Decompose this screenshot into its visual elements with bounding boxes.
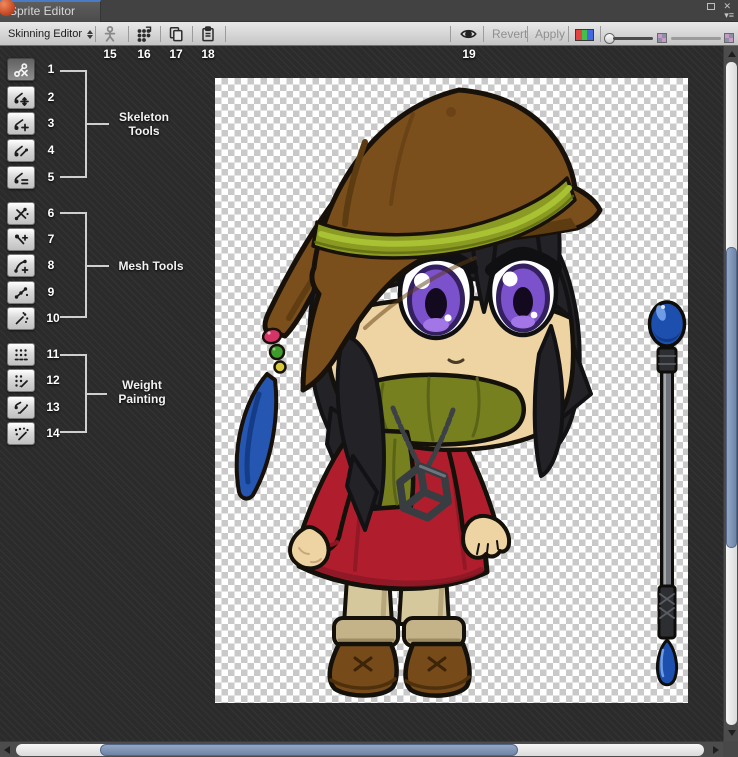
callout-5: 5 — [40, 170, 62, 184]
separator — [483, 26, 484, 42]
separator — [527, 26, 528, 42]
callout-18: 18 — [196, 47, 220, 61]
dropdown-arrows-icon — [87, 30, 93, 39]
zoom-slider-track[interactable] — [613, 37, 653, 40]
tool-create-vertex[interactable] — [7, 228, 35, 251]
separator — [160, 26, 161, 42]
tool-split-bone[interactable] — [7, 139, 35, 162]
sprite-canvas[interactable] — [215, 78, 688, 703]
tool-edit-geometry[interactable] — [7, 307, 35, 330]
horizontal-scroll-thumb[interactable] — [100, 744, 518, 756]
callout-7: 7 — [40, 232, 62, 246]
group-label-weight-painting: Weight Painting — [104, 378, 180, 406]
copy-button[interactable] — [164, 25, 188, 43]
texture-mip-icon — [657, 33, 667, 43]
separator — [192, 26, 193, 42]
horizontal-scrollbar[interactable] — [0, 741, 723, 757]
bone-brush-icon — [12, 399, 30, 417]
crossed-bones-icon — [12, 205, 30, 223]
tool-weight-slider[interactable] — [7, 369, 35, 392]
callout-16: 16 — [132, 47, 156, 61]
tool-create-edge[interactable] — [7, 254, 35, 277]
callout-17: 17 — [164, 47, 188, 61]
window-menu-icon[interactable]: ▾≡ — [724, 10, 734, 21]
editor-viewport[interactable]: 15 16 17 18 19 1 2 — [0, 46, 723, 741]
bone-split-icon — [12, 142, 30, 160]
vertical-scroll-track[interactable] — [726, 62, 737, 725]
separator — [600, 26, 601, 42]
character-rig-icon — [101, 25, 119, 43]
tool-create-bone[interactable] — [7, 112, 35, 135]
scroll-right-icon[interactable] — [713, 746, 719, 754]
separator — [128, 26, 129, 42]
separator — [225, 26, 226, 42]
character-rig-button[interactable] — [98, 25, 122, 43]
vertex-plus-icon — [12, 231, 30, 249]
bone-move-icon — [12, 89, 30, 107]
visibility-eye-icon — [459, 25, 478, 43]
vertical-scroll-thumb[interactable] — [726, 247, 737, 548]
group-label-skeleton-tools: Skeleton Tools — [108, 110, 180, 138]
mode-dropdown[interactable]: Skinning Editor — [4, 25, 97, 43]
horizontal-scroll-track[interactable] — [16, 744, 704, 756]
scrollbar-corner — [723, 741, 738, 757]
separator — [568, 26, 569, 42]
vertical-scrollbar[interactable] — [723, 46, 738, 741]
paste-icon — [199, 25, 217, 43]
bone-plus-icon — [12, 115, 30, 133]
bracket-skeleton-tools — [60, 70, 87, 178]
group-label-mesh-tools: Mesh Tools — [106, 259, 196, 273]
separator — [95, 26, 96, 42]
bracket-mesh-tools — [60, 212, 87, 318]
scroll-left-icon[interactable] — [4, 746, 10, 754]
dots-wand-icon — [12, 425, 30, 443]
tool-preview-pose[interactable] — [7, 58, 35, 81]
apply-button[interactable]: Apply — [529, 25, 571, 43]
bracket-weight-painting — [60, 354, 87, 433]
character-sprite — [215, 78, 688, 703]
tab-sprite-editor[interactable]: Sprite Editor — [0, 0, 101, 22]
tool-auto-geometry[interactable] — [7, 202, 35, 225]
copy-icon — [167, 25, 185, 43]
callout-19: 19 — [457, 47, 481, 61]
bracket-connector — [87, 123, 109, 125]
callout-3: 3 — [40, 116, 62, 130]
tool-auto-weights[interactable] — [7, 343, 35, 366]
separator — [450, 26, 451, 42]
tool-edit-bone[interactable] — [7, 86, 35, 109]
callout-1: 1 — [40, 62, 62, 76]
scroll-down-icon[interactable] — [728, 730, 736, 736]
callout-4: 4 — [40, 143, 62, 157]
edge-plus-icon — [12, 257, 30, 275]
tool-bone-influence[interactable] — [7, 422, 35, 445]
dots-pencil-icon — [12, 372, 30, 390]
dot-grid-icon — [12, 346, 30, 364]
sprite-sheet-icon — [135, 25, 153, 43]
title-bar: Sprite Editor ✕ ▾≡ — [0, 0, 738, 22]
texture-mip-icon — [724, 33, 734, 43]
tool-split-edge[interactable] — [7, 281, 35, 304]
mip-slider-track[interactable] — [671, 37, 721, 40]
wand-sparkle-icon — [12, 310, 30, 328]
callout-15: 15 — [98, 47, 122, 61]
visibility-button[interactable] — [456, 25, 480, 43]
tool-bone-depth[interactable] — [7, 166, 35, 189]
bone-reset-icon — [12, 61, 30, 79]
paste-button[interactable] — [196, 25, 220, 43]
callout-9: 9 — [40, 285, 62, 299]
toolbar: Skinning Editor Revert — [0, 22, 738, 46]
color-channels-button[interactable] — [575, 29, 594, 41]
bone-order-icon — [12, 169, 30, 187]
callout-2: 2 — [40, 90, 62, 104]
tool-weight-brush[interactable] — [7, 396, 35, 419]
callout-8: 8 — [40, 258, 62, 272]
edge-split-icon — [12, 284, 30, 302]
callout-6: 6 — [40, 206, 62, 220]
sprite-sheet-button[interactable] — [132, 25, 156, 43]
maximize-icon[interactable] — [707, 3, 715, 10]
window-title: Sprite Editor — [9, 4, 75, 18]
scroll-up-icon[interactable] — [728, 51, 736, 57]
mode-dropdown-label: Skinning Editor — [8, 28, 82, 40]
